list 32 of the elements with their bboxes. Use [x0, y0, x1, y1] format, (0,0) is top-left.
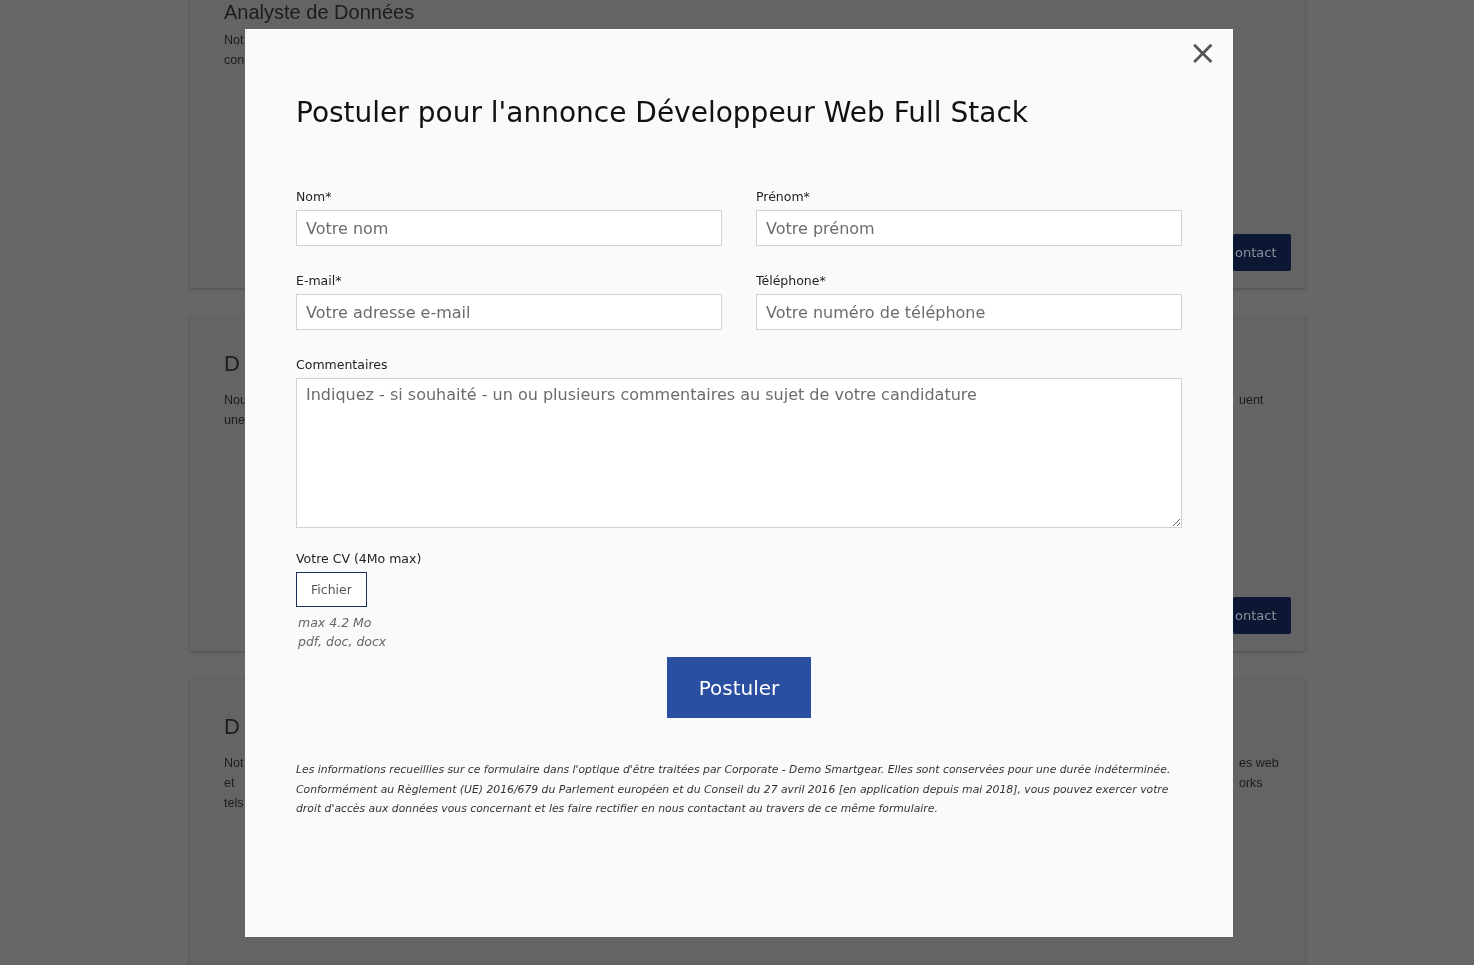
field-label: Prénom*	[756, 189, 810, 205]
card-text: une	[224, 412, 245, 429]
card-text: tels	[224, 795, 244, 812]
legal-text: Les informations recueillies sur ce formulaire dans l'optique d'être traitées par Corporate - Demo Smartgear. Elles sont conservées pour une durée indéterminée. Conformément au Règlement (UE) 2016/679 du Parlement européen et du Conseil du 27 avril 2016 [en application depuis mai 2018], vous pouvez exercer votre droit d'accès aux données vous concernant et les faire rectifier en nous contactant au travers de ce même formulaire.	[296, 762, 1172, 817]
card-text: Not	[224, 755, 244, 772]
card-text: et	[224, 775, 235, 792]
submit-button[interactable]: Postuler	[667, 657, 811, 718]
hint-text: pdf, doc, docx	[297, 633, 387, 651]
card-text: con	[224, 52, 245, 69]
field-label: Téléphone*	[756, 273, 826, 289]
field-label: Nom*	[296, 189, 332, 205]
field-label: Commentaires	[296, 357, 388, 373]
card-title: Analyste de Données	[224, 0, 415, 24]
close-button[interactable]: ×	[1184, 37, 1221, 67]
card-text: es web	[1239, 755, 1279, 772]
field-label: Votre CV (4Mo max)	[296, 551, 422, 567]
file-button[interactable]: Fichier	[296, 572, 367, 607]
contact-button[interactable]: ontact	[1233, 597, 1291, 634]
modal-title: Postuler pour l'annonce Développeur Web Full Stack	[296, 95, 1029, 131]
card-text: uent	[1239, 392, 1264, 409]
field-label: E-mail*	[296, 273, 342, 289]
input-field[interactable]: Votre prénom	[756, 210, 1182, 246]
input-field[interactable]: Votre adresse e-mail	[296, 294, 722, 330]
card-text: Not	[224, 32, 244, 49]
input-field[interactable]: Votre nom	[296, 210, 722, 246]
card-title: D	[224, 350, 240, 378]
card-title: D	[224, 713, 240, 741]
card-text: orks	[1239, 775, 1263, 792]
contact-button[interactable]: ontact	[1233, 234, 1291, 271]
hint-text: max 4.2 Mo	[297, 614, 372, 632]
comments-field[interactable]: Indiquez - si souhaité - un ou plusieurs commentaires au sujet de votre candidature	[296, 378, 1182, 528]
input-field[interactable]: Votre numéro de téléphone	[756, 294, 1182, 330]
